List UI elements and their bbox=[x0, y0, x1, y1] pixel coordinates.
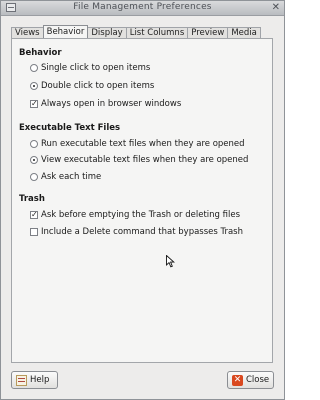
view-executable-radio[interactable] bbox=[30, 155, 38, 164]
ask-each-time-option[interactable]: Ask each time bbox=[30, 171, 101, 182]
tab-preview[interactable]: Preview bbox=[187, 27, 229, 38]
tab-list-columns[interactable]: List Columns bbox=[125, 27, 189, 38]
close-icon: ✕ bbox=[232, 374, 243, 386]
run-executable-option[interactable]: Run executable text files when they are … bbox=[30, 138, 245, 149]
tab-media[interactable]: Media bbox=[227, 27, 261, 38]
close-button-label: Close bbox=[246, 375, 270, 385]
tab-behavior[interactable]: Behavior bbox=[42, 25, 89, 38]
ask-before-emptying-option[interactable]: ✓ Ask before emptying the Trash or delet… bbox=[30, 209, 240, 220]
executable-heading: Executable Text Files bbox=[19, 123, 121, 133]
ask-before-emptying-checkbox[interactable]: ✓ bbox=[30, 210, 38, 219]
close-button[interactable]: ✕ Close bbox=[227, 371, 274, 389]
view-executable-option[interactable]: View executable text files when they are… bbox=[30, 154, 248, 165]
tab-views[interactable]: Views bbox=[11, 27, 44, 38]
delete-command-checkbox[interactable] bbox=[30, 227, 38, 236]
title-bar[interactable]: File Management Preferences ✕ bbox=[1, 1, 284, 16]
tab-bar: Views Behavior Display List Columns Prev… bbox=[11, 25, 261, 38]
window-title: File Management Preferences bbox=[73, 2, 212, 12]
single-click-radio[interactable] bbox=[30, 63, 38, 72]
browser-windows-label: Always open in browser windows bbox=[41, 98, 182, 109]
browser-windows-option[interactable]: ✓ Always open in browser windows bbox=[30, 98, 181, 109]
trash-heading: Trash bbox=[19, 194, 45, 204]
ask-before-emptying-label: Ask before emptying the Trash or deletin… bbox=[41, 209, 241, 220]
window-close-icon[interactable]: ✕ bbox=[272, 2, 280, 13]
single-click-option[interactable]: Single click to open items bbox=[30, 62, 150, 73]
single-click-label: Single click to open items bbox=[41, 62, 151, 73]
help-button[interactable]: Help bbox=[11, 371, 58, 389]
run-executable-radio[interactable] bbox=[30, 139, 38, 148]
browser-windows-checkbox[interactable]: ✓ bbox=[30, 99, 38, 108]
ask-each-time-radio[interactable] bbox=[30, 172, 38, 181]
double-click-label: Double click to open items bbox=[41, 80, 155, 91]
behavior-heading: Behavior bbox=[19, 48, 62, 58]
help-icon bbox=[16, 374, 27, 386]
ask-each-time-label: Ask each time bbox=[41, 171, 102, 182]
mouse-pointer-icon bbox=[166, 255, 175, 268]
preferences-window: File Management Preferences ✕ Views Beha… bbox=[0, 0, 285, 400]
run-executable-label: Run executable text files when they are … bbox=[41, 138, 245, 149]
view-executable-label: View executable text files when they are… bbox=[41, 154, 249, 165]
delete-command-label: Include a Delete command that bypasses T… bbox=[41, 226, 243, 237]
tab-display[interactable]: Display bbox=[87, 27, 127, 38]
double-click-option[interactable]: Double click to open items bbox=[30, 80, 154, 91]
delete-command-option[interactable]: Include a Delete command that bypasses T… bbox=[30, 226, 243, 237]
double-click-radio[interactable] bbox=[30, 81, 38, 90]
help-button-label: Help bbox=[30, 375, 50, 385]
